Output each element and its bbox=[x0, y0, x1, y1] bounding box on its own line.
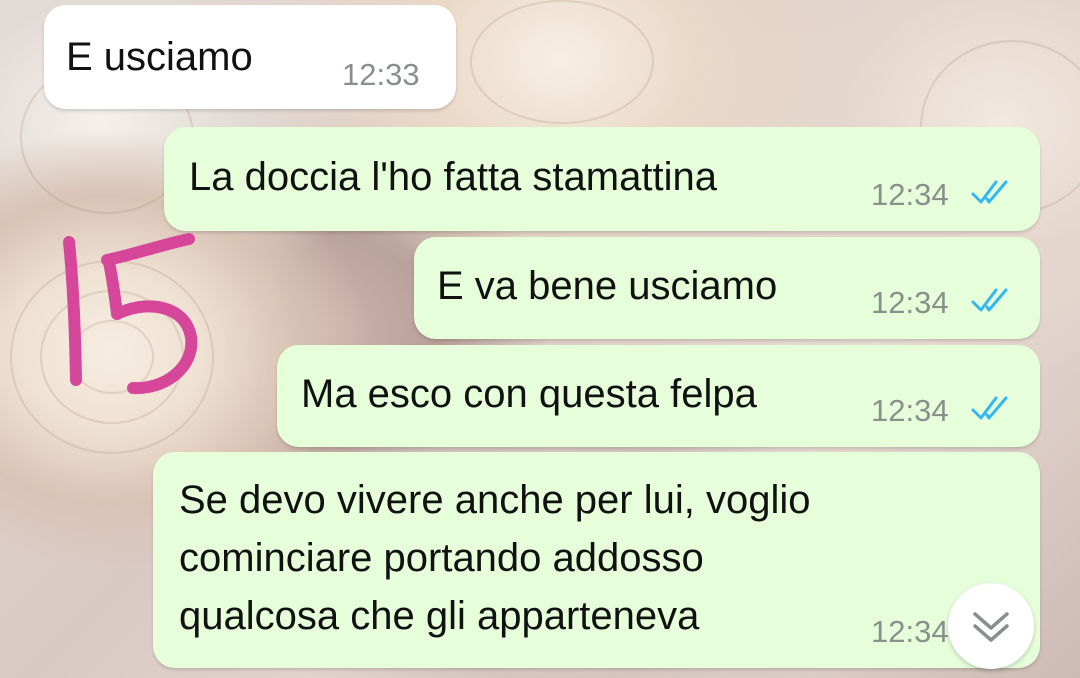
message-bubble-outgoing[interactable]: Ma esco con questa felpa 12:34 bbox=[277, 345, 1040, 447]
read-ticks-icon bbox=[971, 288, 1008, 312]
message-text: E usciamo bbox=[66, 35, 253, 79]
message-bubble-outgoing[interactable]: La doccia l'ho fatta stamattina 12:34 bbox=[164, 127, 1040, 231]
message-text-line: qualcosa che gli apparteneva bbox=[179, 594, 700, 638]
chevron-down-double-icon bbox=[973, 612, 1009, 642]
scroll-to-bottom-button[interactable] bbox=[948, 583, 1034, 669]
handwritten-number-annotation bbox=[63, 233, 198, 395]
message-bubble-incoming[interactable]: E usciamo 12:33 bbox=[44, 5, 456, 109]
message-text-line: cominciare portando addosso bbox=[179, 536, 704, 580]
message-time: 12:34 bbox=[871, 285, 949, 320]
read-ticks-icon bbox=[971, 180, 1008, 204]
message-time: 12:33 bbox=[342, 57, 420, 92]
message-text: E va bene usciamo bbox=[437, 264, 778, 308]
message-bubble-outgoing[interactable]: E va bene usciamo 12:34 bbox=[414, 237, 1040, 339]
message-time: 12:34 bbox=[871, 177, 949, 212]
message-bubble-outgoing[interactable]: Se devo vivere anche per lui, voglio com… bbox=[153, 452, 1040, 668]
read-ticks-icon bbox=[971, 396, 1008, 420]
message-text: La doccia l'ho fatta stamattina bbox=[189, 155, 717, 199]
message-time: 12:34 bbox=[871, 393, 949, 428]
message-text: Ma esco con questa felpa bbox=[301, 372, 757, 416]
message-text-line: Se devo vivere anche per lui, voglio bbox=[179, 478, 811, 522]
message-time: 12:34 bbox=[871, 614, 949, 649]
